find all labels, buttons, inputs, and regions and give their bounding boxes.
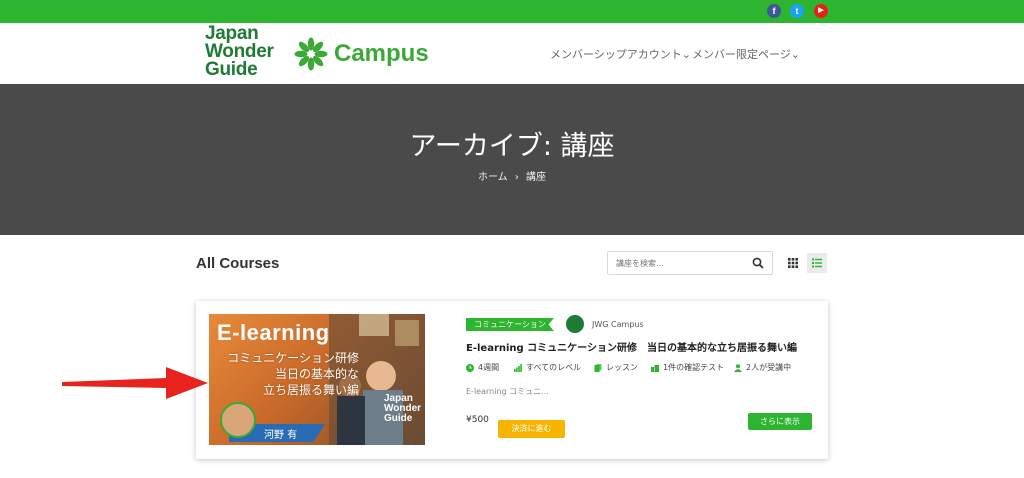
thumbnail-title: E-learning: [217, 320, 330, 345]
thumbnail-subtitle-line-2: 当日の基本的な: [274, 367, 359, 381]
meta-students: 2人が受講中: [734, 362, 791, 373]
author-logo-icon: [566, 315, 584, 333]
logo-campus-text[interactable]: Campus: [334, 40, 429, 68]
page-title: アーカイブ: 講座: [409, 131, 615, 162]
meta-quiz-text: 1件の確認テスト: [663, 363, 725, 372]
nav-members-only-page[interactable]: メンバー限定ページ⌄: [692, 46, 800, 62]
meta-quiz: 1件の確認テスト: [651, 362, 724, 373]
quiz-icon: [651, 364, 659, 372]
course-excerpt: E-learning コミュニ...: [466, 387, 549, 396]
breadcrumb-home[interactable]: ホーム: [478, 172, 508, 183]
meta-duration-text: 4週間: [478, 363, 500, 372]
facebook-icon[interactable]: f: [767, 4, 781, 18]
course-price: ¥500: [466, 415, 489, 425]
course-card: E-learning コミュニケーション研修 当日の基本的な 立ち居振る舞い編 …: [196, 301, 828, 459]
meta-level: すべてのレベル: [514, 362, 581, 373]
meta-duration: 4週間: [466, 362, 499, 373]
students-icon: [734, 363, 742, 372]
site-logo[interactable]: Japan Wonder Guide: [205, 24, 274, 80]
meta-level-text: すべてのレベル: [526, 363, 582, 372]
youtube-icon[interactable]: ▶: [814, 4, 828, 18]
grid-icon: [788, 258, 798, 268]
thumbnail-subtitle-line-3: 立ち居振る舞い編: [262, 383, 359, 397]
grid-view-button[interactable]: [783, 253, 803, 273]
category-badge[interactable]: コミュニケーション: [466, 318, 554, 331]
chevron-right-icon: ›: [514, 172, 519, 183]
search-input[interactable]: [616, 256, 746, 270]
nav-membership-account[interactable]: メンバーシップアカウント⌄: [550, 46, 691, 62]
course-thumbnail[interactable]: E-learning コミュニケーション研修 当日の基本的な 立ち居振る舞い編 …: [209, 314, 425, 445]
instructor-name: 河野 有: [264, 430, 298, 441]
list-view-button[interactable]: [807, 253, 827, 273]
thumbnail-subtitle: コミュニケーション研修 当日の基本的な 立ち居振る舞い編: [209, 350, 359, 398]
meta-students-text: 2人が受講中: [746, 363, 792, 372]
meta-lessons-text: レッスン: [606, 363, 638, 372]
thumbnail-subtitle-line-1: コミュニケーション研修: [227, 351, 359, 365]
level-icon: [514, 363, 522, 372]
courses-heading: All Courses: [196, 255, 280, 272]
top-bar: f t ▶: [0, 0, 1024, 23]
flower-logo-icon: [294, 37, 328, 71]
twitter-icon[interactable]: t: [790, 4, 804, 18]
thumbnail-brand: Japan Wonder Guide: [384, 394, 421, 424]
lesson-icon: [594, 363, 602, 372]
search-icon[interactable]: [752, 257, 764, 269]
list-icon: [812, 258, 822, 268]
site-header: Japan Wonder Guide Campus メンバーシップアカウント⌄ …: [0, 23, 1024, 84]
red-arrow-icon: [62, 367, 208, 399]
meta-lessons: レッスン: [594, 362, 638, 373]
course-title[interactable]: E-learning コミュニケーション研修 当日の基本的な立ち居振る舞い編: [466, 339, 797, 354]
logo-line-guide: Guide: [205, 59, 258, 80]
checkout-button[interactable]: 決済に進む: [498, 420, 565, 438]
course-search: [607, 251, 773, 275]
author-name[interactable]: JWG Campus: [592, 320, 644, 329]
clock-icon: [466, 363, 474, 372]
breadcrumb-current: 講座: [526, 172, 547, 183]
breadcrumb: ホーム › 講座: [0, 168, 1024, 183]
archive-hero: アーカイブ: 講座 ホーム › 講座: [0, 84, 1024, 235]
view-more-button[interactable]: さらに表示: [748, 413, 812, 430]
instructor-avatar: [220, 402, 256, 438]
thumbnail-brand-line-3: Guide: [384, 413, 413, 424]
